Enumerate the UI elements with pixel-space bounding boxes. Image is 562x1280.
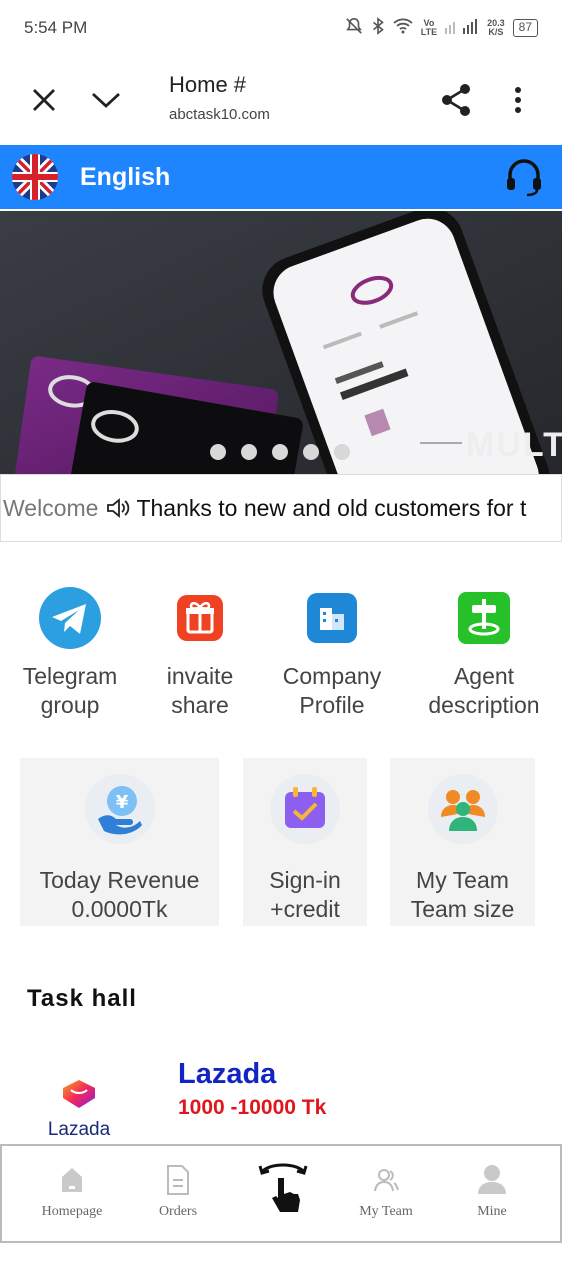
nav-my-team[interactable]: My Team [336, 1162, 436, 1220]
network-speed: 20.3 K/S [487, 18, 505, 37]
quick-links: Telegram group invaite share Company Pro… [0, 586, 562, 726]
building-icon [300, 586, 364, 650]
card-value: 0.0000Tk [71, 896, 168, 922]
headset-icon[interactable] [504, 157, 544, 202]
welcome-label: Welcome [3, 494, 99, 521]
promo-banner[interactable]: MULTI [0, 211, 562, 474]
quick-link-invite[interactable]: invaite share [130, 586, 270, 720]
lazada-logo: Lazada [44, 1076, 114, 1141]
team-icon [427, 774, 498, 844]
app-screen: 5:54 PM Vo LTE 20.3 K/S 87 Home # abctas… [0, 0, 562, 1280]
page-title: Home # [169, 72, 247, 97]
quick-link-telegram[interactable]: Telegram group [0, 586, 140, 720]
nav-label: Mine [477, 1204, 507, 1219]
sign-in-card[interactable]: Sign-in +credit [243, 758, 367, 926]
status-time: 5:54 PM [24, 18, 88, 37]
carousel-dot[interactable] [334, 444, 350, 460]
bluetooth-icon [371, 17, 385, 39]
mute-icon [345, 17, 363, 39]
banner-text: MULTI [466, 426, 562, 464]
nav-label: Homepage [41, 1204, 103, 1219]
volte-indicator: Vo LTE [420, 18, 438, 37]
telegram-icon [38, 586, 102, 650]
signpost-icon [452, 586, 516, 650]
my-team-card[interactable]: My Team Team size [390, 758, 535, 926]
user-icon [442, 1162, 542, 1198]
card-value: +credit [270, 896, 340, 922]
signal-icon [445, 18, 479, 38]
share-icon[interactable] [428, 72, 484, 128]
quick-link-company-profile[interactable]: Company Profile [262, 586, 402, 720]
browser-toolbar: Home # abctask10.com [0, 56, 562, 144]
carousel-dot[interactable] [241, 444, 257, 460]
svg-text:¥: ¥ [115, 792, 128, 813]
calendar-check-icon [270, 774, 340, 844]
carousel-dots [210, 444, 350, 460]
quick-link-label: Company Profile [282, 663, 382, 718]
carousel-dot[interactable] [210, 444, 226, 460]
document-icon [128, 1162, 228, 1198]
nav-label: My Team [359, 1204, 413, 1219]
language-bar: English [0, 145, 562, 209]
tap-hand-icon[interactable] [254, 1158, 314, 1218]
nav-label: Orders [158, 1204, 198, 1219]
task-item-lazada[interactable]: Lazada Lazada 1000 -10000 Tk [18, 1046, 562, 1146]
notice-marquee: Welcome Thanks to new and old customers … [0, 474, 562, 542]
task-range: 1000 -10000 Tk [178, 1096, 327, 1119]
card-title: Today Revenue [39, 867, 200, 893]
task-name: Lazada [178, 1058, 277, 1090]
card-title: Sign-in [269, 867, 341, 893]
carousel-dot[interactable] [272, 444, 288, 460]
uk-flag-icon[interactable] [12, 154, 58, 200]
status-icons: Vo LTE 20.3 K/S 87 [345, 17, 538, 39]
lazada-logo-text: Lazada [47, 1119, 111, 1140]
home-icon [22, 1162, 122, 1198]
quick-link-label: Telegram group [22, 663, 118, 718]
wifi-icon [393, 18, 413, 38]
bottom-navigation: Homepage Orders My Team Mine [0, 1144, 562, 1243]
yen-hand-icon: ¥ [84, 774, 155, 844]
task-hall-heading: Task hall [27, 985, 137, 1012]
battery-indicator: 87 [512, 19, 538, 37]
gift-icon [168, 586, 232, 650]
quick-link-label: Agent description [428, 663, 540, 718]
page-url: abctask10.com [169, 106, 270, 123]
notice-text: Thanks to new and old customers for t [136, 494, 527, 521]
speaker-icon [106, 497, 132, 519]
carousel-dot[interactable] [303, 444, 319, 460]
today-revenue-card[interactable]: ¥ Today Revenue 0.0000Tk [20, 758, 219, 926]
nav-mine[interactable]: Mine [442, 1162, 542, 1220]
close-icon[interactable] [16, 72, 72, 128]
page-title-block: Home # abctask10.com [169, 72, 270, 123]
team-outline-icon [336, 1162, 436, 1198]
quick-link-label: invaite share [166, 663, 234, 718]
nav-homepage[interactable]: Homepage [22, 1162, 122, 1220]
status-bar: 5:54 PM Vo LTE 20.3 K/S 87 [0, 0, 562, 56]
lazada-heart-icon [63, 1080, 95, 1108]
card-title: My Team [416, 867, 509, 893]
language-label[interactable]: English [80, 163, 170, 192]
quick-link-agent-description[interactable]: Agent description [414, 586, 554, 720]
card-value: Team size [410, 896, 515, 922]
more-options-icon[interactable] [490, 72, 546, 128]
nav-orders[interactable]: Orders [128, 1162, 228, 1220]
chevron-down-icon[interactable] [78, 72, 134, 128]
